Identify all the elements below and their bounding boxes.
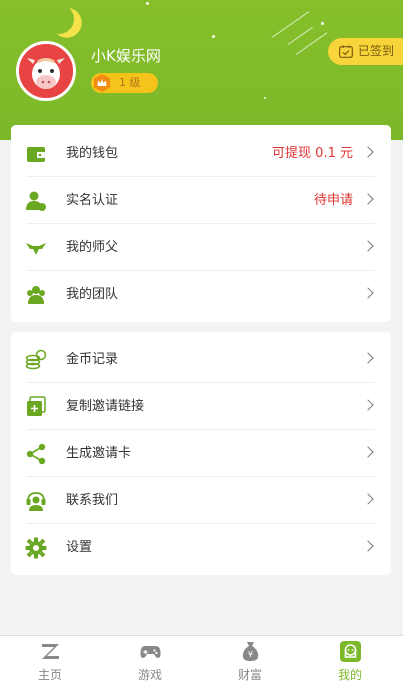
svg-text:¥: ¥ [248, 650, 253, 659]
tab-label: 财富 [237, 668, 262, 682]
star-icon [146, 2, 149, 5]
menu-item-invite-card[interactable]: 生成邀请卡 [11, 430, 391, 477]
user-verify-icon [26, 191, 46, 211]
wallet-balance: 可提现 0.1 元 [272, 146, 353, 161]
money-bag-icon: ¥ [242, 642, 259, 661]
chevron-right-icon [362, 146, 374, 158]
level-badge: 1 级 [91, 73, 158, 93]
copy-link-icon [27, 396, 46, 416]
gamepad-icon [140, 646, 161, 658]
menu-item-copy-invite-link[interactable]: 复制邀请链接 [11, 383, 391, 430]
menu-item-coin-records[interactable]: 金币记录 [11, 336, 391, 383]
menu-item-label: 实名认证 [66, 193, 119, 208]
tab-label: 我的 [337, 668, 362, 682]
gear-icon [25, 537, 47, 559]
username: 小K娱乐网 [91, 47, 161, 65]
avatar[interactable] [16, 41, 76, 101]
chevron-right-icon [362, 540, 374, 552]
profile-header: 小K娱乐网 1 级 已签到 [0, 0, 403, 140]
star-icon [264, 97, 266, 99]
chevron-right-icon [362, 352, 374, 364]
chevron-right-icon [362, 193, 374, 205]
headset-icon [26, 492, 46, 511]
chevron-right-icon [362, 287, 374, 299]
tab-home[interactable]: 主页 [0, 636, 100, 688]
checkin-button[interactable]: 已签到 [328, 38, 403, 65]
star-icon [321, 22, 324, 25]
coins-icon [25, 349, 47, 370]
menu-item-contact-us[interactable]: 联系我们 [11, 477, 391, 524]
menu-item-label: 我的钱包 [66, 146, 119, 161]
menu-item-label: 生成邀请卡 [66, 446, 132, 461]
home-z-icon [42, 644, 59, 659]
tab-games[interactable]: 游戏 [100, 636, 200, 688]
menu-item-label: 设置 [66, 540, 93, 555]
chevron-right-icon [362, 240, 374, 252]
menu-item-verification[interactable]: 实名认证 待申请 [11, 177, 391, 224]
profile-icon [340, 641, 361, 662]
menu-item-label: 复制邀请链接 [66, 399, 145, 414]
star-icon [212, 35, 215, 38]
level-text: 1 级 [119, 76, 141, 89]
menu-item-label: 联系我们 [66, 493, 119, 508]
menu-item-team[interactable]: 我的团队 [11, 271, 391, 318]
team-icon [27, 286, 45, 304]
chevron-right-icon [362, 493, 374, 505]
calendar-check-icon [339, 45, 353, 58]
account-menu-card: 我的钱包 可提现 0.1 元 实名认证 待申请 我的师父 我的团队 [11, 125, 391, 322]
tab-label: 游戏 [137, 668, 162, 682]
tab-label: 主页 [37, 668, 62, 682]
checkin-label: 已签到 [358, 44, 395, 58]
streak-decoration [287, 26, 313, 45]
crown-icon [94, 74, 110, 92]
tab-mine[interactable]: 我的 [300, 636, 400, 688]
bottom-tab-bar: 主页 游戏 ¥ 财富 我的 [0, 635, 403, 688]
menu-item-label: 金币记录 [66, 352, 119, 367]
cow-avatar-icon [19, 44, 73, 98]
wallet-icon [27, 147, 45, 162]
chevron-right-icon [362, 446, 374, 458]
verification-status: 待申请 [313, 193, 353, 208]
tab-wealth[interactable]: ¥ 财富 [200, 636, 300, 688]
tools-menu-card: 金币记录 复制邀请链接 生成邀请卡 联系我们 设置 [11, 332, 391, 575]
menu-item-settings[interactable]: 设置 [11, 524, 391, 571]
menu-item-label: 我的师父 [66, 240, 119, 255]
share-icon [26, 443, 46, 465]
chevron-right-icon [362, 399, 374, 411]
menu-item-label: 我的团队 [66, 287, 119, 302]
master-icon [26, 243, 46, 255]
moon-icon [42, 2, 77, 37]
menu-item-wallet[interactable]: 我的钱包 可提现 0.1 元 [11, 130, 391, 177]
menu-item-master[interactable]: 我的师父 [11, 224, 391, 271]
